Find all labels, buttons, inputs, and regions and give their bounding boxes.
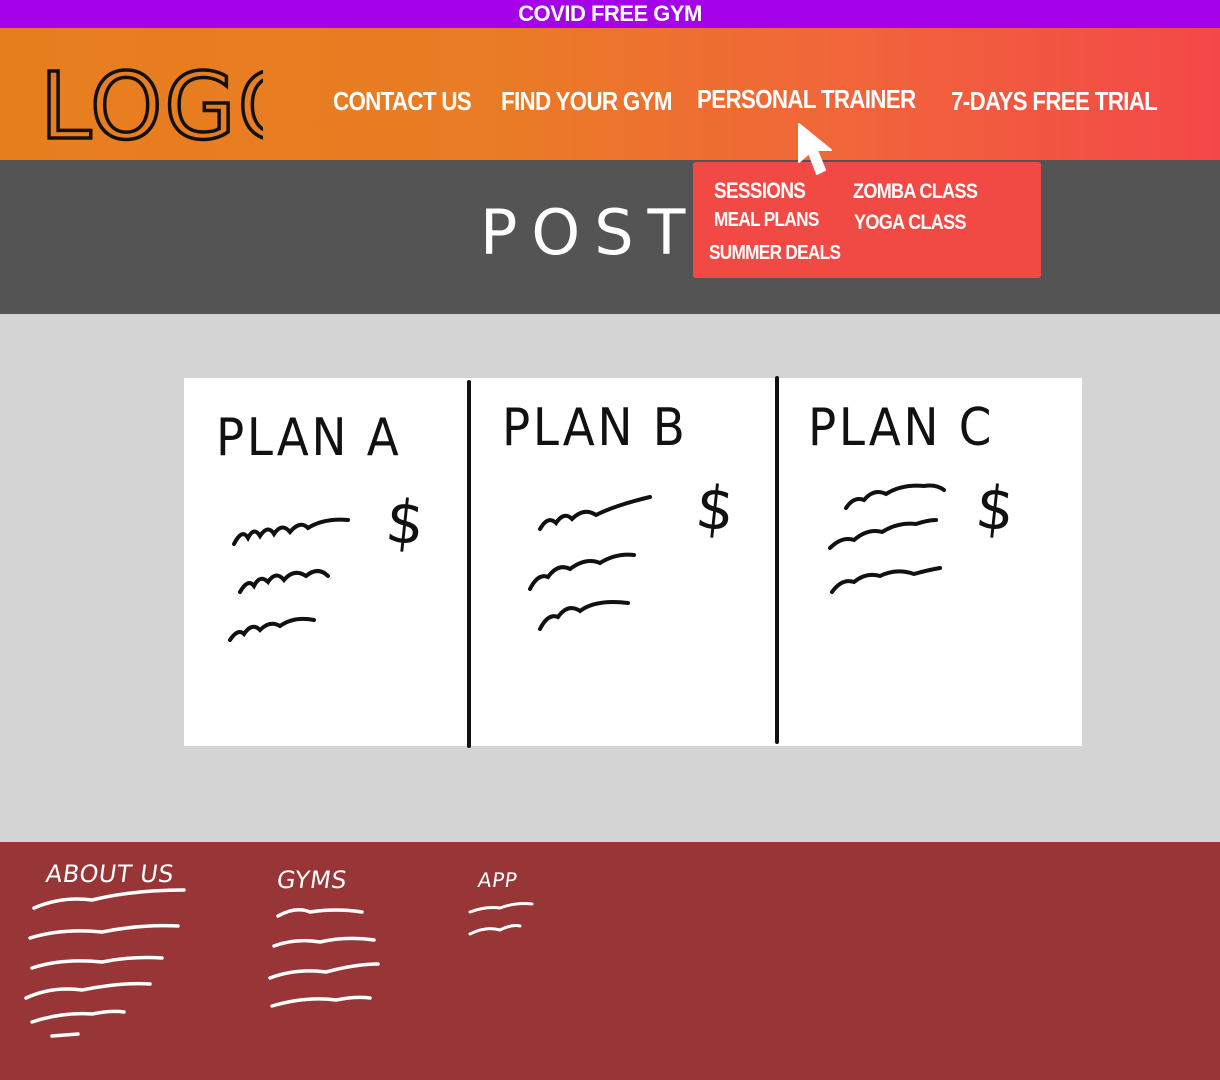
plan-c-title[interactable]: PLAN C	[808, 398, 994, 458]
plans-panel: PLAN A $ PLAN B $ PLAN C $	[184, 376, 1082, 748]
banner-text: COVID FREE GYM	[518, 1, 702, 26]
footer: ABOUT US GYMS APP	[0, 842, 1220, 1080]
nav-personal-trainer[interactable]: PERSONAL TRAINER	[697, 84, 916, 115]
footer-gyms-title[interactable]: GYMS	[275, 866, 349, 894]
header: LOGO CONTACT US FIND YOUR GYM PERSONAL T…	[0, 28, 1220, 160]
mouse-pointer-icon	[798, 123, 832, 175]
plan-b-description	[528, 495, 652, 631]
dropdown-item-meal-plans[interactable]: MEAL PLANS	[714, 209, 819, 232]
footer-about-us-title[interactable]: ABOUT US	[44, 860, 176, 888]
dropdown-item-summer-deals[interactable]: SUMMER DEALS	[709, 242, 841, 265]
plan-c-price-icon: $	[972, 472, 1018, 546]
plan-b-title[interactable]: PLAN B	[502, 398, 688, 458]
footer-app-links	[468, 902, 534, 936]
footer-about-us-links	[24, 888, 186, 1038]
plan-a-title[interactable]: PLAN A	[216, 408, 401, 468]
plan-c-description	[828, 483, 946, 594]
nav-find-your-gym[interactable]: FIND YOUR GYM	[501, 86, 672, 117]
nav-free-trial[interactable]: 7-DAYS FREE TRIAL	[951, 86, 1158, 117]
footer-gyms-links	[268, 908, 380, 1008]
plan-a-description	[228, 517, 350, 642]
plan-a-price-icon: $	[382, 486, 428, 560]
plan-divider	[467, 380, 471, 748]
plan-divider	[775, 376, 779, 744]
personal-trainer-dropdown: SESSIONS MEAL PLANS SUMMER DEALS ZOMBA C…	[693, 162, 1041, 278]
logo-text: LOGO	[40, 53, 263, 148]
dropdown-item-sessions[interactable]: SESSIONS	[714, 178, 806, 204]
footer-app-title[interactable]: APP	[476, 868, 519, 892]
plan-b-price-icon: $	[692, 472, 738, 546]
dropdown-item-yoga-class[interactable]: YOGA CLASS	[854, 211, 967, 235]
nav-contact-us[interactable]: CONTACT US	[333, 86, 472, 117]
dropdown-item-zomba-class[interactable]: ZOMBA CLASS	[853, 180, 978, 204]
top-banner: COVID FREE GYM	[0, 0, 1220, 28]
logo[interactable]: LOGO	[38, 38, 263, 148]
